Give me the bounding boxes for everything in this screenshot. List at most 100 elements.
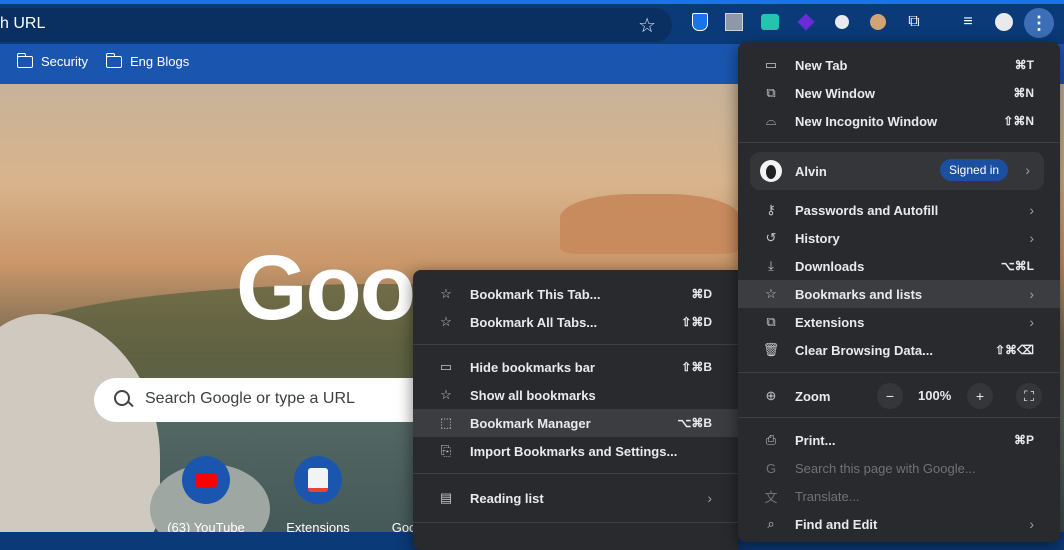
menu-item-reading-list[interactable]: ▤ Reading list ›	[413, 484, 738, 512]
menu-item-import-bookmarks[interactable]: ⎘ Import Bookmarks and Settings...	[413, 437, 738, 465]
signed-in-badge: Signed in	[940, 159, 1009, 181]
menu-item-label: Zoom	[795, 388, 831, 404]
menu-item-label: New Window	[795, 85, 876, 101]
menu-item-bookmark-manager[interactable]: ⬚ Bookmark Manager ⌥⌘B	[413, 409, 738, 437]
menu-item-print[interactable]: ⎙ Print... ⌘P	[738, 426, 1060, 454]
menu-item-clear-browsing-data[interactable]: 🗑 Clear Browsing Data... ⇧⌘⌫	[738, 336, 1060, 364]
menu-item-new-window[interactable]: ⧉ New Window ⌘N	[738, 79, 1060, 107]
chevron-right-icon: ›	[707, 490, 712, 506]
menu-item-label: Show all bookmarks	[470, 387, 596, 403]
leaf-ext-icon[interactable]	[832, 12, 852, 32]
translate-icon: 文	[764, 489, 778, 505]
profile-avatar-icon[interactable]	[994, 12, 1014, 32]
menu-separator	[413, 473, 738, 474]
kebab-menu-icon[interactable]: ⋮	[1024, 8, 1054, 38]
menu-item-label: History	[795, 230, 840, 246]
key-icon: ⚷	[766, 202, 776, 217]
menu-item-label: New Tab	[795, 57, 848, 73]
teal-ext-icon[interactable]	[760, 12, 780, 32]
chevron-right-icon: ›	[1029, 230, 1034, 246]
search-placeholder[interactable]: Search Google or type a URL	[145, 390, 355, 408]
purple-ext-icon[interactable]	[796, 12, 816, 32]
puzzle-icon: ⧉	[766, 314, 776, 329]
menu-item-bookmark-all-tabs[interactable]: ☆ Bookmark All Tabs... ⇧⌘D	[413, 308, 738, 336]
profile-row[interactable]: Alvin Signed in ›	[750, 152, 1044, 190]
chevron-right-icon: ›	[1029, 314, 1034, 330]
shortcut-label[interactable]: Extensions	[268, 520, 368, 532]
menu-item-shortcut: ⇧⌘D	[681, 315, 712, 329]
menu-item-shortcut: ⌘N	[1013, 86, 1034, 100]
zoom-in-button[interactable]: +	[967, 383, 993, 409]
zoom-out-button[interactable]: −	[877, 383, 903, 409]
shortcut-label[interactable]: (63) YouTube	[156, 520, 256, 532]
browser-toolbar: h URL ☆ ⧉ ≡ ⋮	[0, 0, 1064, 44]
zoom-level: 100%	[918, 388, 952, 403]
owl-ext-icon[interactable]	[868, 12, 888, 32]
square-ext-icon[interactable]	[724, 12, 744, 32]
new-tab-icon: ▭	[764, 57, 778, 72]
download-icon: ⤓	[768, 258, 774, 273]
shield-ext-icon[interactable]	[690, 12, 710, 32]
menu-item-label: Bookmark Manager	[470, 415, 591, 431]
chevron-right-icon: ›	[1029, 516, 1034, 532]
fullscreen-button[interactable]: ⛶	[1016, 383, 1042, 409]
google-logo: Goo	[236, 237, 416, 339]
star-outline-icon: ☆	[440, 286, 452, 301]
chevron-right-icon: ›	[1029, 202, 1034, 218]
menu-item-label: Passwords and Autofill	[795, 202, 939, 218]
menu-item-zoom: ⊕ Zoom − 100% + ⛶	[738, 381, 1060, 411]
zoom-icon: ⊕	[765, 388, 777, 403]
menu-item-history[interactable]: ↺ History ›	[738, 224, 1060, 252]
chrome-store-icon	[308, 468, 328, 492]
google-g-icon: G	[765, 460, 777, 476]
menu-item-label: Translate...	[795, 488, 860, 504]
menu-item-passwords[interactable]: ⚷ Passwords and Autofill ›	[738, 196, 1060, 224]
menu-item-label: Downloads	[795, 258, 865, 274]
bookmark-label: Security	[41, 54, 88, 69]
menu-item-label: Find and Edit	[795, 516, 878, 532]
menu-item-shortcut: ⌘P	[1013, 433, 1034, 447]
menu-item-shortcut: ⌥⌘B	[677, 416, 713, 430]
search-icon	[114, 390, 130, 406]
menu-item-label: Print...	[795, 432, 836, 448]
trash-icon: 🗑	[762, 342, 780, 357]
print-icon: ⎙	[765, 432, 777, 447]
menu-item-extensions[interactable]: ⧉ Extensions ›	[738, 308, 1060, 336]
menu-item-shortcut: ⇧⌘N	[1003, 114, 1034, 128]
toolbar-accent	[0, 0, 1064, 4]
reading-list-icon: ▤	[439, 490, 453, 505]
menu-separator	[738, 417, 1060, 418]
media-icon[interactable]: ≡	[958, 12, 978, 32]
shortcut-youtube[interactable]	[182, 456, 230, 504]
bookmark-star-icon[interactable]: ☆	[638, 13, 656, 38]
menu-item-search-page-google: G Search this page with Google...	[738, 454, 1060, 482]
search-box[interactable]: Search Google or type a URL	[94, 378, 434, 422]
bookmark-label: Eng Blogs	[130, 54, 190, 69]
chevron-right-icon: ›	[1029, 286, 1034, 302]
star-outline-icon: ☆	[440, 314, 452, 329]
omnibox-text[interactable]: h URL	[0, 15, 45, 33]
menu-separator	[738, 142, 1060, 143]
omnibox[interactable]: h URL ☆	[0, 8, 672, 42]
folder-icon	[105, 52, 122, 68]
menu-item-label: Import Bookmarks and Settings...	[470, 443, 678, 459]
menu-item-bookmark-this-tab[interactable]: ☆ Bookmark This Tab... ⌘D	[413, 280, 738, 308]
menu-item-new-incognito-window[interactable]: ⌓ New Incognito Window ⇧⌘N	[738, 107, 1060, 135]
shortcut-extensions[interactable]	[294, 456, 342, 504]
bookmark-folder-eng-blogs[interactable]: Eng Blogs	[105, 52, 190, 69]
menu-item-label: Search this page with Google...	[795, 460, 976, 476]
menu-item-downloads[interactable]: ⤓ Downloads ⌥⌘L	[738, 252, 1060, 280]
menu-separator	[413, 344, 738, 345]
menu-item-bookmarks-and-lists[interactable]: ☆ Bookmarks and lists ›	[738, 280, 1060, 308]
menu-item-shortcut: ⇧⌘B	[681, 360, 712, 374]
background-rock	[560, 194, 740, 254]
menu-item-hide-bookmarks-bar[interactable]: ▭ Hide bookmarks bar ⇧⌘B	[413, 353, 738, 381]
menu-item-shortcut: ⌘T	[1014, 58, 1034, 72]
bookmark-folder-security[interactable]: Security	[16, 52, 88, 69]
menu-item-show-all-bookmarks[interactable]: ☆ Show all bookmarks	[413, 381, 738, 409]
menu-separator	[738, 372, 1060, 373]
menu-item-find-and-edit[interactable]: ⌕ Find and Edit ›	[738, 510, 1060, 538]
avatar	[760, 160, 782, 182]
menu-item-new-tab[interactable]: ▭ New Tab ⌘T	[738, 51, 1060, 79]
puzzle-icon[interactable]: ⧉	[904, 12, 924, 32]
